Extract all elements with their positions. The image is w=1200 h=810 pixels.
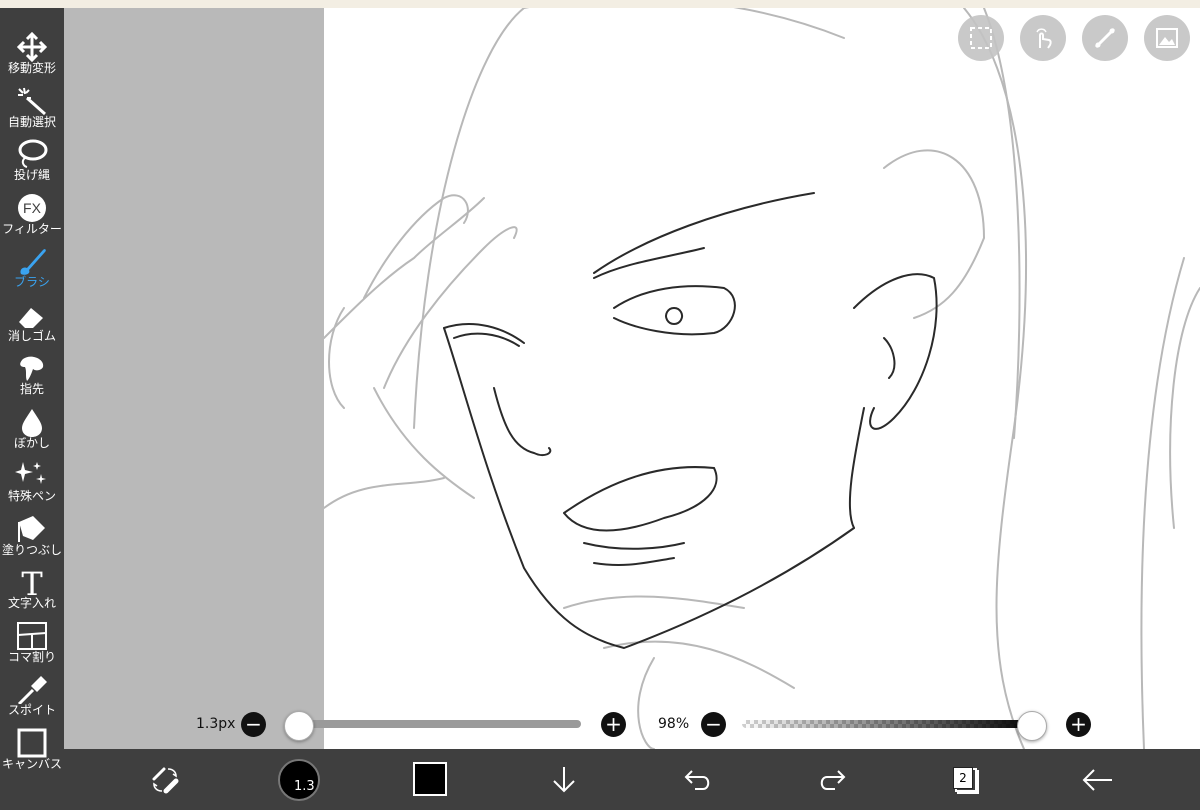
redo-icon bbox=[820, 770, 846, 790]
opacity-decrease-button[interactable]: − bbox=[701, 712, 726, 737]
selection-icon bbox=[970, 27, 992, 49]
tool-blur-drop[interactable]: ぼかし bbox=[0, 403, 64, 456]
eyedropper-icon bbox=[17, 676, 47, 704]
blur-drop-icon bbox=[22, 408, 42, 437]
opacity-value: 98% bbox=[658, 716, 690, 732]
tool-fill-bucket[interactable]: 塗りつぶし bbox=[0, 510, 64, 563]
tool-label: 指先 bbox=[19, 382, 44, 396]
brush-size-slider-knob[interactable] bbox=[284, 711, 314, 741]
ruler-icon bbox=[1094, 27, 1116, 49]
opacity-slider-knob[interactable] bbox=[1017, 711, 1048, 741]
sparkle-pen-icon bbox=[15, 462, 46, 484]
svg-text:T: T bbox=[21, 567, 43, 597]
undo-icon bbox=[684, 770, 710, 790]
tool-label: 文字入れ bbox=[7, 596, 56, 610]
fill-bucket-icon bbox=[18, 515, 45, 542]
svg-text:FX: FX bbox=[23, 200, 42, 216]
tool-text[interactable]: T 文字入れ bbox=[0, 563, 64, 616]
frame-divider-icon bbox=[17, 621, 47, 650]
sketch-artwork bbox=[324, 8, 1200, 749]
tool-label: キャンバス bbox=[1, 756, 62, 771]
back-button[interactable] bbox=[1080, 749, 1116, 810]
tool-magic-wand[interactable]: 自動選択 bbox=[0, 82, 64, 135]
brush-icon bbox=[20, 249, 46, 275]
tool-fx[interactable]: FX フィルター bbox=[0, 189, 64, 242]
tool-eraser[interactable]: 消しゴム bbox=[0, 296, 64, 349]
swap-brush-eraser-icon bbox=[152, 767, 179, 794]
finger-smudge-icon bbox=[20, 356, 44, 381]
tool-canvas[interactable]: キャンバス bbox=[0, 724, 64, 777]
image-icon bbox=[1156, 28, 1178, 48]
tool-label: 特殊ペン bbox=[7, 489, 56, 503]
tool-eyedropper[interactable]: スポイト bbox=[0, 670, 64, 723]
tool-label: スポイト bbox=[7, 703, 56, 717]
opacity-slider[interactable] bbox=[742, 720, 1037, 728]
workspace-background bbox=[64, 8, 324, 749]
bottom-bar: 1.3 2 bbox=[64, 749, 1200, 810]
tool-label: ブラシ bbox=[14, 275, 50, 289]
text-icon: T bbox=[21, 567, 43, 597]
canvas-icon bbox=[17, 728, 47, 757]
download-icon bbox=[553, 767, 575, 793]
touch-gesture-icon bbox=[1036, 28, 1052, 49]
tool-sparkle-pen[interactable]: 特殊ペン bbox=[0, 456, 64, 509]
tool-label: フィルター bbox=[2, 221, 62, 236]
lasso-icon bbox=[18, 139, 48, 168]
tool-label: 投げ縄 bbox=[13, 168, 50, 182]
brush-size-slider[interactable] bbox=[298, 720, 581, 728]
tool-brush[interactable]: ブラシ bbox=[0, 242, 64, 295]
fx-icon: FX bbox=[18, 193, 46, 222]
brush-size-label: 1.3 bbox=[294, 779, 315, 794]
touch-gesture-button[interactable] bbox=[1020, 15, 1066, 61]
drawing-canvas[interactable] bbox=[324, 8, 1200, 749]
eraser-icon bbox=[19, 307, 43, 328]
size-increase-button[interactable]: + bbox=[601, 712, 626, 737]
magic-wand-icon bbox=[18, 87, 46, 115]
back-arrow-icon bbox=[1082, 769, 1112, 791]
size-decrease-button[interactable]: − bbox=[241, 712, 266, 737]
layer-count: 2 bbox=[953, 767, 973, 789]
tool-label: ぼかし bbox=[13, 435, 50, 450]
tool-label: 塗りつぶし bbox=[1, 542, 63, 557]
tool-frame-divider[interactable]: コマ割り bbox=[0, 617, 64, 670]
image-button[interactable] bbox=[1144, 15, 1190, 61]
swap-brush-eraser-button[interactable] bbox=[144, 749, 184, 810]
tool-label: コマ割り bbox=[7, 649, 56, 664]
download-button[interactable] bbox=[548, 749, 580, 810]
redo-button[interactable] bbox=[814, 749, 850, 810]
opacity-increase-button[interactable]: + bbox=[1066, 712, 1091, 737]
tool-label: 自動選択 bbox=[7, 114, 56, 129]
brush-size-value: 1.3px bbox=[196, 716, 236, 732]
tool-label: 移動変形 bbox=[7, 61, 56, 75]
ruler-button[interactable] bbox=[1082, 15, 1128, 61]
selection-button[interactable] bbox=[958, 15, 1004, 61]
tool-sidebar: 移動変形自動選択投げ縄 FX フィルターブラシ消しゴム指先ぼかし特殊ペン塗りつぶし T… bbox=[0, 8, 64, 810]
move-icon bbox=[16, 32, 48, 62]
tool-label: 消しゴム bbox=[7, 328, 56, 343]
tool-move[interactable]: 移動変形 bbox=[0, 28, 64, 81]
tool-finger-smudge[interactable]: 指先 bbox=[0, 349, 64, 402]
color-swatch-icon[interactable] bbox=[413, 762, 447, 796]
undo-button[interactable] bbox=[680, 749, 716, 810]
tool-lasso[interactable]: 投げ縄 bbox=[0, 135, 64, 188]
